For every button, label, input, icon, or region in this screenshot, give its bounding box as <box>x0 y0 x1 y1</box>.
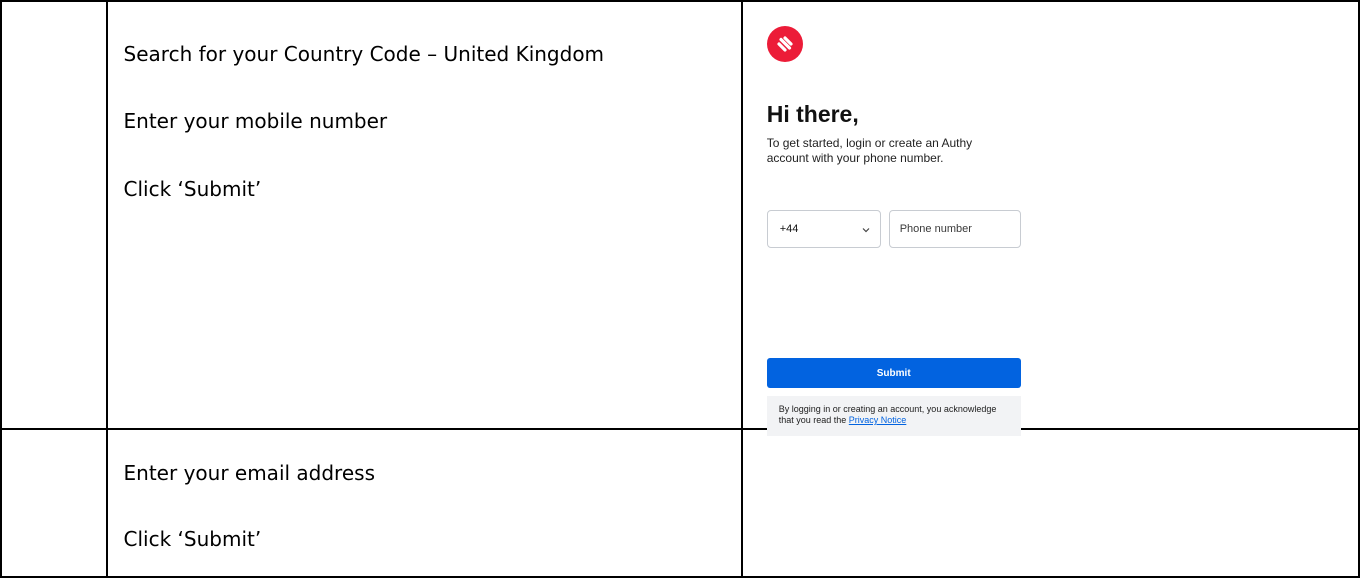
step-number-cell <box>0 428 108 578</box>
instruction-click-submit: Click ‘Submit’ <box>123 527 262 551</box>
phone-number-input[interactable] <box>888 210 1021 248</box>
instruction-click-submit: Click ‘Submit’ <box>123 177 262 201</box>
step-instructions-cell: Enter your email address Click ‘Submit’ <box>105 428 743 578</box>
greeting-subtitle: To get started, login or create an Authy… <box>766 136 973 165</box>
authy-logo-glyph <box>777 36 793 52</box>
step-instructions-cell: Search for your Country Code – United Ki… <box>105 0 743 430</box>
authy-login-screenshot: Hi there, To get started, login or creat… <box>740 0 1360 436</box>
submit-button[interactable]: Submit <box>766 358 1021 388</box>
country-code-value: +44 <box>779 223 799 235</box>
step-screenshot-cell <box>740 428 1360 578</box>
country-code-select[interactable]: +44 <box>766 210 881 248</box>
privacy-notice-box: By logging in or creating an account, yo… <box>766 396 1021 436</box>
instruction-email-address: Enter your email address <box>123 461 375 485</box>
greeting-heading: Hi there, <box>766 101 859 127</box>
instruction-country-code: Search for your Country Code – United Ki… <box>123 42 605 66</box>
step-row: Search for your Country Code – United Ki… <box>0 0 1360 436</box>
step-row: Enter your email address Click ‘Submit’ <box>0 428 1360 578</box>
chevron-down-icon <box>862 225 870 237</box>
instruction-mobile-number: Enter your mobile number <box>123 109 388 133</box>
authy-logo-icon <box>766 26 803 62</box>
step-number-cell <box>0 0 108 430</box>
privacy-notice-link[interactable]: Privacy Notice <box>849 415 907 425</box>
instructions-table: Search for your Country Code – United Ki… <box>0 0 1360 578</box>
